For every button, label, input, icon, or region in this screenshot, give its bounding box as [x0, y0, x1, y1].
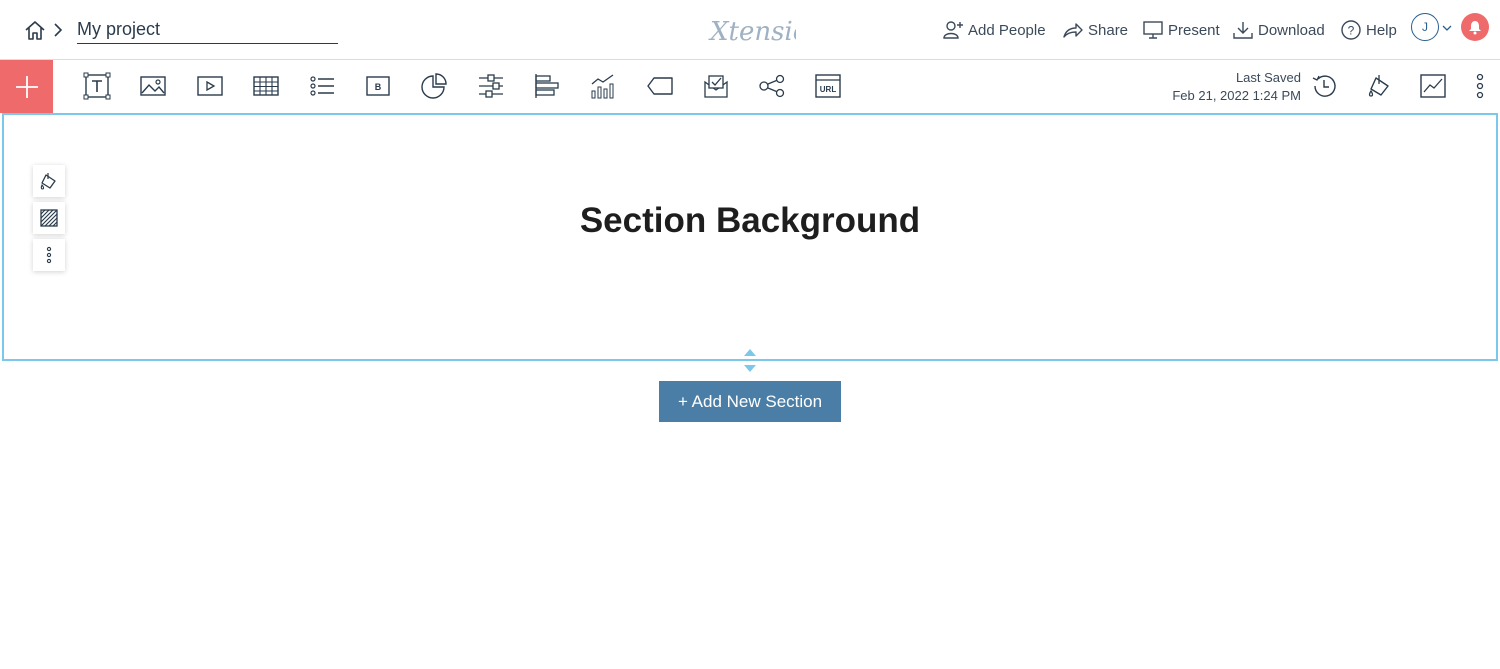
add-people-button[interactable]: Add People [942, 16, 1046, 44]
share-nodes-block-tool[interactable] [757, 71, 787, 101]
pie-chart-icon [421, 73, 447, 99]
canvas-section[interactable]: Section Background [2, 113, 1498, 361]
share-icon [1063, 23, 1083, 38]
image-block-tool[interactable] [138, 71, 168, 101]
more-options-button[interactable] [1465, 71, 1495, 101]
top-header: My project Xtensio Add People Share Pres… [0, 0, 1500, 60]
add-person-icon [943, 21, 963, 39]
share-button[interactable]: Share [1062, 16, 1128, 44]
xtensio-logo: Xtensio [706, 10, 808, 50]
vertical-dots-icon [46, 246, 52, 264]
last-saved-label: Last Saved [1235, 70, 1301, 85]
tag-block-tool[interactable] [645, 71, 675, 101]
image-icon [140, 76, 166, 96]
slider-block-tool[interactable] [476, 71, 506, 101]
section-color-button[interactable] [33, 165, 65, 197]
text-icon [83, 72, 111, 100]
url-embed-block-tool[interactable]: URL [813, 71, 843, 101]
avatar[interactable]: J [1411, 13, 1439, 41]
present-button[interactable]: Present [1142, 16, 1220, 44]
line-chart-block-tool[interactable] [588, 71, 618, 101]
table-block-tool[interactable] [251, 71, 281, 101]
chevron-down-icon[interactable] [1442, 19, 1452, 31]
svg-text:?: ? [1348, 24, 1355, 38]
video-block-tool[interactable] [195, 71, 225, 101]
notification-bell-icon[interactable] [1461, 13, 1489, 41]
history-icon [1312, 75, 1336, 97]
url-embed-icon: URL [815, 74, 841, 98]
home-icon[interactable] [24, 19, 46, 41]
share-label: Share [1088, 21, 1129, 39]
line-bar-chart-icon [591, 74, 614, 99]
add-people-label: Add People [968, 21, 1046, 39]
form-block-tool[interactable] [701, 71, 731, 101]
last-saved-status: Last Saved Feb 21, 2022 1:24 PM [1172, 69, 1301, 105]
plus-icon [15, 75, 38, 98]
form-icon [704, 75, 728, 98]
download-icon [1233, 22, 1253, 39]
button-icon: B [366, 76, 390, 96]
present-label: Present [1168, 21, 1220, 39]
help-label: Help [1366, 21, 1397, 39]
section-more-button[interactable] [33, 239, 65, 271]
horizontal-bar-chart-icon [535, 74, 559, 98]
share-nodes-icon [759, 74, 785, 98]
block-toolbar: B URL Last Saved Feb 21, 2022 1:24 PM [0, 60, 1500, 113]
theme-button[interactable] [1365, 71, 1395, 101]
help-button[interactable]: ? Help [1340, 16, 1397, 44]
list-block-tool[interactable] [307, 71, 337, 101]
download-button[interactable]: Download [1232, 16, 1325, 44]
chevron-right-icon [52, 21, 64, 39]
button-block-tool[interactable]: B [363, 71, 393, 101]
download-label: Download [1258, 21, 1325, 39]
slider-icon [479, 74, 503, 98]
help-icon: ? [1341, 20, 1361, 40]
table-icon [253, 76, 279, 96]
pie-chart-block-tool[interactable] [419, 71, 449, 101]
paint-bucket-icon [40, 173, 56, 190]
section-title[interactable]: Section Background [4, 201, 1496, 241]
list-icon [310, 76, 334, 96]
bar-chart-block-tool[interactable] [532, 71, 562, 101]
add-block-button[interactable] [0, 60, 53, 113]
text-block-tool[interactable] [82, 71, 112, 101]
paint-bucket-icon [1368, 75, 1389, 97]
svg-text:URL: URL [820, 85, 837, 94]
section-resize-handle[interactable] [743, 348, 757, 374]
history-button[interactable] [1309, 71, 1339, 101]
video-icon [197, 76, 223, 96]
svg-text:Xtensio: Xtensio [708, 17, 796, 47]
analytics-button[interactable] [1418, 71, 1448, 101]
vertical-dots-icon [1476, 73, 1484, 99]
svg-text:B: B [375, 82, 382, 92]
last-saved-time: Feb 21, 2022 1:24 PM [1172, 88, 1301, 103]
add-new-section-button[interactable]: + Add New Section [659, 381, 841, 422]
analytics-icon [1420, 74, 1446, 98]
project-name-input[interactable]: My project [77, 18, 338, 44]
tag-icon [647, 77, 673, 95]
presentation-icon [1143, 21, 1163, 39]
